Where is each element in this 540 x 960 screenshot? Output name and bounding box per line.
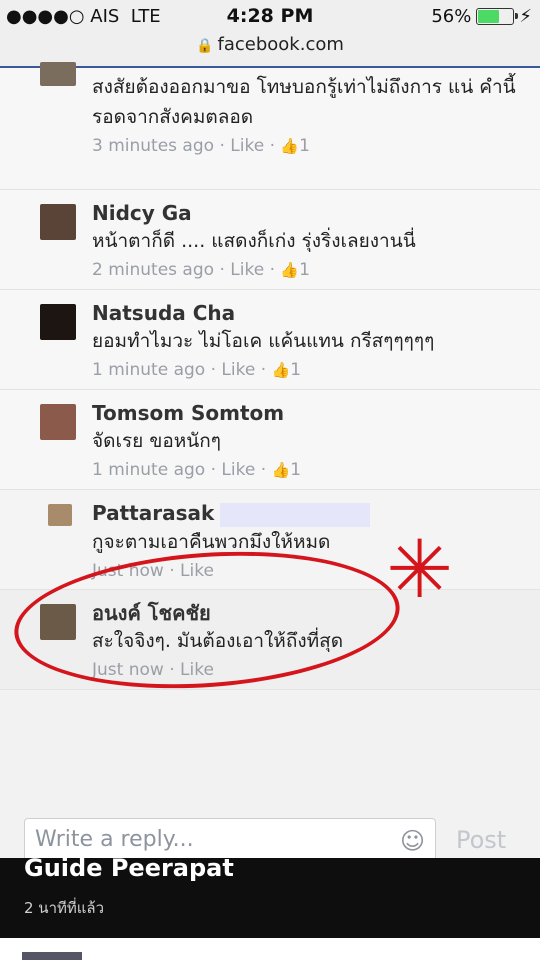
like-link[interactable]: Like (221, 360, 255, 380)
like-link[interactable]: Like (221, 460, 255, 480)
post-button[interactable]: Post (456, 826, 506, 854)
thumbs-up-icon: 👍 (280, 137, 300, 155)
like-count: 1 (299, 136, 310, 156)
comment-meta: 1 minute ago · Like · 👍1 (92, 360, 302, 380)
thumbs-up-icon: 👍 (280, 261, 300, 279)
post-time: 2 นาทีที่แล้ว (24, 899, 105, 917)
comment-time: 2 minutes ago (92, 260, 215, 280)
avatar[interactable] (40, 62, 76, 86)
like-count: 1 (299, 260, 310, 280)
comment-item-highlighted: Pattarasak กูจะตามเอาคืนพวกมึงให้หมด Jus… (0, 490, 540, 590)
battery-percent: 56% (431, 6, 472, 27)
comment-meta: Just now · Like (92, 660, 214, 680)
comment-item: Natsuda Cha ยอมทำไมวะ ไม่โอเค แค้นแทน กร… (0, 290, 540, 390)
commenter-name[interactable]: Nidcy Ga (92, 200, 530, 226)
avatar[interactable] (40, 404, 76, 440)
commenter-name[interactable]: Pattarasak (92, 500, 530, 527)
reply-placeholder: Write a reply... (35, 827, 194, 852)
comment-item: Nidcy Ga หน้าตาก็ดี .... แสดงก็เก่ง รุ่ง… (0, 190, 540, 290)
comment-meta: 3 minutes ago · Like · 👍1 (92, 136, 310, 156)
battery-icon (476, 8, 519, 25)
comment-item: อนงค์ โชคชัย สะใจจิงๆ. มันต้องเอาให้ถึงท… (0, 590, 540, 690)
avatar[interactable] (40, 304, 76, 340)
comment-time: Just now (92, 660, 164, 680)
like-link[interactable]: Like (180, 561, 214, 581)
like-link[interactable]: Like (230, 260, 264, 280)
like-link[interactable]: Like (230, 136, 264, 156)
status-bar: ●●●●○ AIS LTE 4:28 PM 56% ⚡ (0, 0, 540, 34)
comment-list: สงสัยต้องออกมาขอ โทษบอกรู้เท่าไม่ถึงการ … (0, 62, 540, 690)
comment-text: จัดเรย ขอหนักๆ (92, 430, 221, 452)
battery-fill (478, 10, 499, 23)
comment-meta: 1 minute ago · Like · 👍1 (92, 460, 302, 480)
comment-time: 1 minute ago (92, 460, 206, 480)
charging-icon: ⚡ (519, 6, 532, 27)
comment-text: สะใจจิงๆ. มันต้องเอาให้ถึงที่สุด (92, 630, 344, 652)
like-count: 1 (290, 460, 302, 480)
comment-meta: 2 minutes ago · Like · 👍1 (92, 260, 310, 280)
like-link[interactable]: Like (180, 660, 214, 680)
thumbs-up-icon: 👍 (271, 361, 291, 379)
commenter-name-text: Pattarasak (92, 501, 215, 525)
comment-item: Tomsom Somtom จัดเรย ขอหนักๆ 1 minute ag… (0, 390, 540, 490)
avatar[interactable] (48, 504, 72, 526)
thumbnail-image[interactable] (22, 952, 82, 960)
url-text: facebook.com (217, 34, 344, 55)
thumbs-up-icon: 👍 (271, 461, 291, 479)
like-count: 1 (290, 360, 302, 380)
battery-group: 56% ⚡ (431, 6, 532, 27)
emoji-icon[interactable]: ☺ (400, 827, 425, 855)
commenter-name[interactable]: Natsuda Cha (92, 300, 530, 326)
url-bar[interactable]: 🔒 facebook.com (0, 34, 540, 69)
avatar[interactable] (40, 604, 76, 640)
comment-text: ยอมทำไมวะ ไม่โอเค แค้นแทน กรีสๆๆๆๆๆ (92, 330, 435, 352)
comment-meta: Just now · Like (92, 560, 214, 581)
avatar[interactable] (40, 204, 76, 240)
comment-time: 1 minute ago (92, 360, 206, 380)
comment-time: Just now (92, 560, 164, 581)
comment-text: สงสัยต้องออกมาขอ โทษบอกรู้เท่าไม่ถึงการ … (92, 76, 516, 128)
author-name[interactable]: Guide Peerapat (24, 854, 234, 882)
comment-item: สงสัยต้องออกมาขอ โทษบอกรู้เท่าไม่ถึงการ … (0, 62, 540, 190)
bottom-strip (0, 938, 540, 960)
lock-icon: 🔒 (196, 38, 214, 54)
commenter-name[interactable]: อนงค์ โชคชัย (92, 600, 530, 626)
comment-text: หน้าตาก็ดี .... แสดงก็เก่ง รุ่งริ่งเลยงา… (92, 230, 416, 252)
commenter-name[interactable]: Tomsom Somtom (92, 400, 530, 426)
share-caption-bar: Guide Peerapat 2 นาทีที่แล้ว (0, 854, 540, 938)
redaction-box (220, 502, 371, 527)
asterisk-annotation-icon: ✳ (386, 523, 454, 616)
comment-text: กูจะตามเอาคืนพวกมึงให้หมด (92, 530, 331, 553)
comment-time: 3 minutes ago (92, 136, 215, 156)
